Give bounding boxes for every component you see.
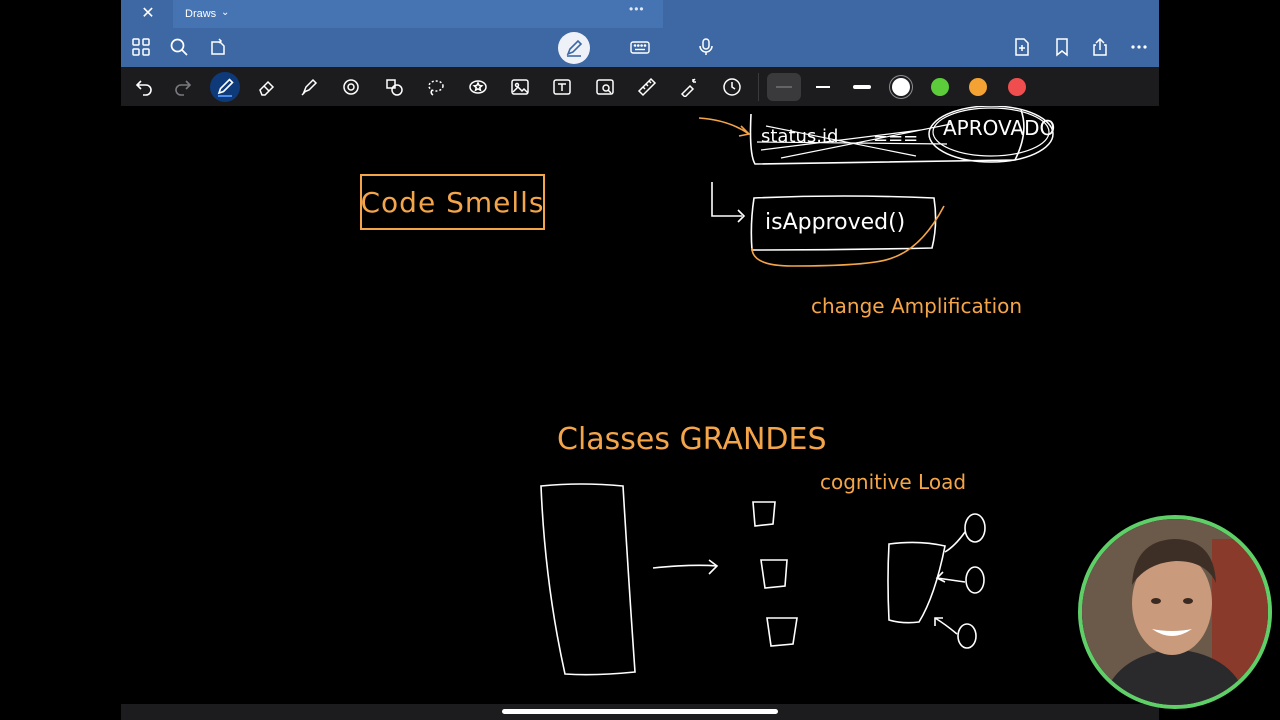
method-text: isApproved() [765,210,906,235]
stroke-thick-button[interactable] [845,73,879,101]
ruler-icon[interactable] [632,72,662,102]
bookmark-badge-icon[interactable] [204,33,232,61]
shapes-icon[interactable] [336,72,366,102]
text-icon[interactable] [547,72,577,102]
clock-icon[interactable] [717,72,747,102]
pen-mode-icon[interactable] [558,32,590,64]
top-toolbar [121,28,1159,67]
scan-icon[interactable] [590,72,620,102]
image-icon[interactable] [505,72,535,102]
toolbar-divider [758,73,759,101]
strike-eq-text: === [873,128,919,149]
stroke-medium-button[interactable] [806,73,840,101]
strike-right-text: APROVADO [943,116,1056,140]
sticker-icon[interactable] [463,72,493,102]
webcam-avatar [1078,515,1272,709]
laser-icon[interactable] [674,72,704,102]
search-icon[interactable] [165,33,193,61]
chevron-down-icon[interactable]: ⌄ [221,7,229,18]
tab-dots[interactable]: ••• [629,2,645,16]
highlighter-icon[interactable] [294,72,324,102]
color-red-swatch[interactable] [1008,78,1026,96]
undo-icon[interactable] [129,72,159,102]
bookmark-icon[interactable] [1048,33,1076,61]
code-smells-title: Code Smells [360,186,545,219]
color-orange-swatch[interactable] [969,78,987,96]
tool-bar [121,67,1159,106]
title-bar: ✕ Draws ⌄ ••• [121,0,1159,28]
document-tab[interactable]: Draws ⌄ ••• [173,0,663,28]
color-green-swatch[interactable] [931,78,949,96]
microphone-icon[interactable] [692,33,720,61]
close-button[interactable]: ✕ [139,5,157,23]
classes-grandes-title: Classes GRANDES [557,422,827,457]
pen-icon[interactable] [210,72,240,102]
stroke-thin-button[interactable] [767,73,801,101]
grid-icon[interactable] [127,33,155,61]
drawing-canvas[interactable]: Code Smells status.id === APROVADO isApp… [121,106,1159,704]
element-icon[interactable] [379,72,409,102]
strike-left-text: status.id [761,126,839,147]
large-class-diagram [540,483,986,676]
keyboard-icon[interactable] [626,33,654,61]
redo-icon[interactable] [168,72,198,102]
color-white-swatch[interactable] [892,78,910,96]
eraser-icon[interactable] [252,72,282,102]
share-icon[interactable] [1086,33,1114,61]
tab-title: Draws [185,8,217,20]
lasso-icon[interactable] [421,72,451,102]
notes-app: ✕ Draws ⌄ ••• Code Smells status.id === … [121,0,1159,720]
change-amplification-text: change Amplification [811,294,1023,318]
more-icon[interactable] [1125,33,1153,61]
home-indicator[interactable] [502,709,778,714]
add-page-icon[interactable] [1008,33,1036,61]
